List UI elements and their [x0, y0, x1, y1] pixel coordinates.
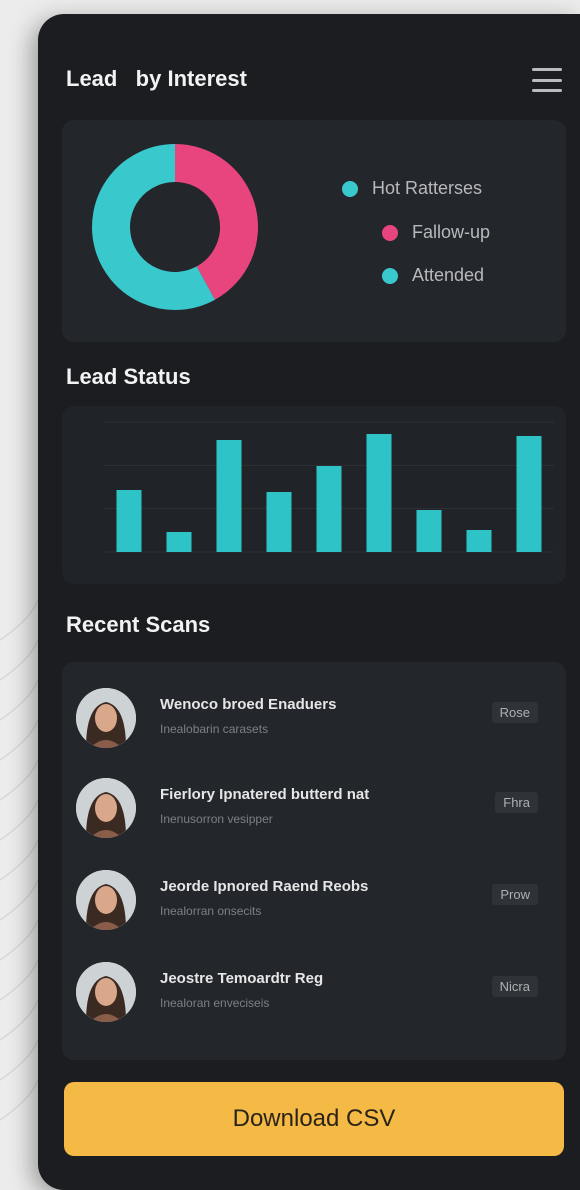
scan-name: Fierlory Ipnatered butterd nat: [160, 786, 370, 803]
scan-row[interactable]: Jeostre Temoardtr Reg Inealoran envecise…: [62, 942, 566, 1032]
lead-status-bar-chart: [104, 421, 554, 553]
status-badge: Nicra: [491, 976, 538, 997]
scan-subtitle: Inealorran onsecits: [160, 904, 262, 918]
legend-dot-hot: [342, 180, 358, 197]
bar: [366, 434, 392, 552]
bar: [216, 440, 242, 552]
legend-dot-followup: [382, 224, 398, 241]
download-csv-button[interactable]: Download CSV: [64, 1082, 564, 1156]
bar: [466, 530, 492, 552]
scan-subtitle: Inealoran enveciseis: [160, 996, 270, 1010]
donut-legend: Hot Ratterses Fallow-up Attended: [62, 120, 566, 342]
bar: [166, 532, 192, 552]
scan-row[interactable]: Fierlory Ipnatered butterd nat Inenusorr…: [62, 758, 566, 848]
avatar: [76, 778, 136, 838]
scan-subtitle: Inealobarin carasets: [160, 722, 269, 736]
bar: [316, 466, 342, 552]
legend-item-hot: Hot Ratterses: [342, 178, 482, 199]
page-title: Lead by Interest: [66, 66, 247, 91]
bar: [116, 490, 142, 552]
legend-label-attended: Attended: [412, 265, 485, 285]
status-badge: Fhra: [495, 792, 538, 813]
scan-row[interactable]: Jeorde Ipnored Raend Reobs Inealorran on…: [62, 850, 566, 940]
status-badge: Prow: [492, 884, 538, 905]
legend-item-followup: Fallow-up: [382, 222, 490, 243]
header: Lead by Interest: [66, 66, 562, 98]
scan-name: Jeostre Temoardtr Reg: [160, 970, 324, 987]
phone-screen: Lead by Interest Hot Ratterses Fallow-up…: [38, 14, 580, 1190]
lead-status-card: [62, 406, 566, 584]
hamburger-menu-icon[interactable]: [532, 68, 562, 92]
avatar: [76, 962, 136, 1022]
bar: [266, 492, 292, 552]
legend-label-followup: Fallow-up: [412, 222, 491, 242]
legend-label-hot: Hot Ratterses: [372, 178, 483, 198]
scan-subtitle: Inenusorron vesipper: [160, 812, 273, 826]
bar: [516, 436, 542, 552]
scan-name: Jeorde Ipnored Raend Reobs: [160, 878, 369, 895]
bar: [416, 510, 442, 552]
recent-scans-title: Recent Scans: [66, 612, 211, 637]
legend-item-attended: Attended: [382, 265, 484, 286]
lead-interest-card: Hot Ratterses Fallow-up Attended: [62, 120, 566, 342]
avatar: [76, 688, 136, 748]
legend-dot-attended: [382, 267, 398, 284]
scan-row[interactable]: Wenoco broed Enaduers Inealobarin carase…: [62, 668, 566, 758]
recent-scans-list: Wenoco broed Enaduers Inealobarin carase…: [62, 662, 566, 1060]
avatar: [76, 870, 136, 930]
scan-name: Wenoco broed Enaduers: [160, 696, 337, 713]
status-badge: Rose: [491, 702, 538, 723]
lead-status-title: Lead Status: [66, 364, 191, 389]
